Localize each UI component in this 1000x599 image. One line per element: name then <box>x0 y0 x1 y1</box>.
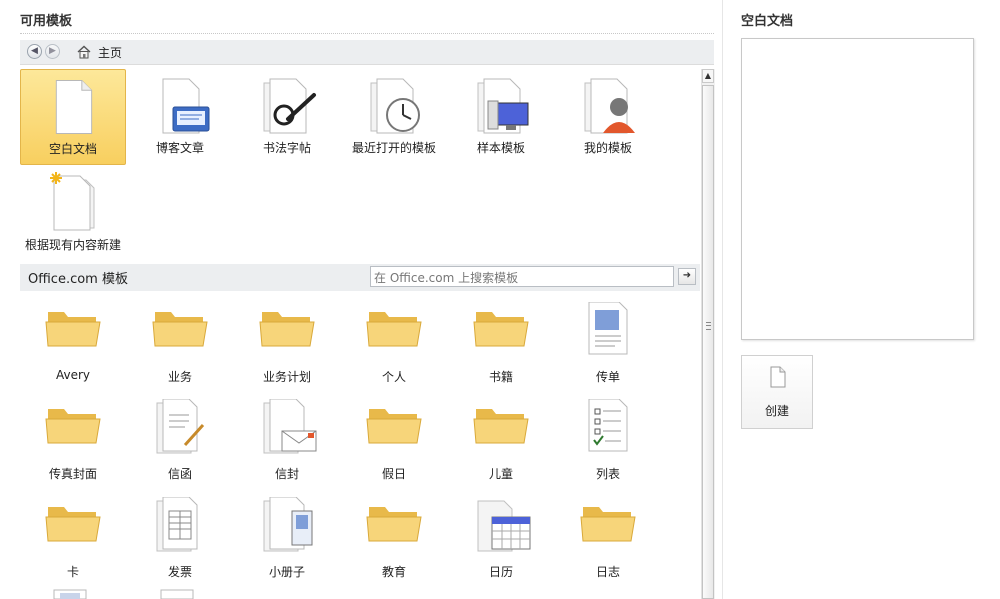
navigation-bar: ◀ ▶ 主页 <box>20 40 714 65</box>
invoice-icon <box>156 497 198 552</box>
folder-icon <box>366 312 422 347</box>
create-label: 创建 <box>764 404 789 418</box>
scroll-thumb[interactable] <box>702 85 714 599</box>
category-label: 日历 <box>488 565 513 579</box>
template-label: 最近打开的模板 <box>351 141 436 155</box>
template-label: 样本模板 <box>476 141 525 155</box>
folder-icon <box>366 507 422 542</box>
office-templates-title: Office.com 模板 <box>28 272 128 287</box>
forward-button[interactable]: ▶ <box>45 44 60 59</box>
category-label: 信函 <box>167 467 192 481</box>
category-tile[interactable]: 日志 <box>555 497 661 591</box>
category-tile[interactable]: 传真封面 <box>20 399 126 493</box>
scroll-up-arrow-icon[interactable]: ▲ <box>702 69 714 83</box>
category-label: 发票 <box>167 565 192 579</box>
template-recent[interactable]: 最近打开的模板 <box>341 69 447 165</box>
category-label: 个人 <box>381 370 406 384</box>
category-label: 书籍 <box>488 370 513 384</box>
title-divider <box>20 33 714 34</box>
folder-icon <box>580 507 636 542</box>
category-label: 列表 <box>595 467 620 481</box>
envelope-icon <box>263 399 317 454</box>
category-tile[interactable]: 卡 <box>20 497 126 591</box>
home-icon[interactable] <box>76 44 92 60</box>
category-label: 假日 <box>381 467 406 481</box>
search-go-arrow-icon[interactable]: ➜ <box>678 268 696 285</box>
blog-post-icon <box>162 78 210 134</box>
partial-template-icon <box>160 589 194 599</box>
category-tile[interactable]: 教育 <box>341 497 447 591</box>
category-label: 日志 <box>595 565 620 579</box>
category-tile[interactable]: 业务 <box>127 302 233 396</box>
category-tile[interactable]: 列表 <box>555 399 661 493</box>
category-label: 小册子 <box>268 565 305 579</box>
category-tile[interactable]: 儿童 <box>448 399 554 493</box>
category-label: 儿童 <box>488 467 513 481</box>
template-label: 博客文章 <box>155 141 204 155</box>
available-templates-title: 可用模板 <box>20 14 73 29</box>
folder-icon <box>45 507 101 542</box>
category-label: 传单 <box>595 370 620 384</box>
blank-document-icon <box>55 79 93 134</box>
template-label: 根据现有内容新建 <box>24 238 121 252</box>
category-tile[interactable]: 小册子 <box>234 497 340 591</box>
blank-document-icon <box>770 366 786 388</box>
template-blank-document[interactable]: 空白文档 <box>20 69 126 165</box>
template-samples[interactable]: 样本模板 <box>448 69 554 165</box>
category-label: 传真封面 <box>48 467 97 481</box>
category-tile[interactable]: 信封 <box>234 399 340 493</box>
recent-templates-icon <box>370 78 420 134</box>
template-new-from-existing[interactable]: 根据现有内容新建 <box>20 166 126 262</box>
category-label: 业务 <box>167 370 192 384</box>
folder-icon <box>152 312 208 347</box>
folder-icon <box>366 409 422 444</box>
letter-icon <box>156 399 205 454</box>
sample-templates-icon <box>477 78 529 134</box>
partial-template-icon <box>53 589 87 599</box>
template-scrollbar[interactable]: ▲ <box>701 69 715 599</box>
create-button[interactable]: 创建 <box>741 355 813 429</box>
folder-icon <box>473 312 529 347</box>
template-my-templates[interactable]: 我的模板 <box>555 69 661 165</box>
category-tile[interactable]: 日历 <box>448 497 554 591</box>
calendar-icon <box>477 500 531 552</box>
my-templates-icon <box>584 78 635 134</box>
folder-icon <box>473 409 529 444</box>
office-templates-header: Office.com 模板 在 Office.com 上搜索模板 ➜ <box>20 264 700 291</box>
category-tile[interactable]: 发票 <box>127 497 233 591</box>
calligraphy-icon <box>263 78 316 134</box>
folder-icon <box>45 312 101 347</box>
flyer-icon <box>588 302 628 355</box>
category-tile[interactable]: 信函 <box>127 399 233 493</box>
category-tile[interactable]: Avery <box>20 302 126 396</box>
category-label: Avery <box>55 368 91 382</box>
category-tile[interactable]: 假日 <box>341 399 447 493</box>
folder-icon <box>259 312 315 347</box>
preview-title: 空白文档 <box>741 14 794 29</box>
category-tile[interactable]: 书籍 <box>448 302 554 396</box>
breadcrumb-home[interactable]: 主页 <box>98 44 122 61</box>
new-from-existing-icon <box>50 172 95 231</box>
pane-divider <box>722 0 723 599</box>
template-calligraphy[interactable]: 书法字帖 <box>234 69 340 165</box>
category-tile[interactable]: 传单 <box>555 302 661 396</box>
folder-icon <box>45 409 101 444</box>
checklist-icon <box>588 399 628 452</box>
template-label: 我的模板 <box>583 141 632 155</box>
category-label: 教育 <box>381 565 406 579</box>
template-label: 书法字帖 <box>262 141 311 155</box>
template-blog-post[interactable]: 博客文章 <box>127 69 233 165</box>
category-tile[interactable]: 业务计划 <box>234 302 340 396</box>
template-label: 空白文档 <box>48 142 97 156</box>
category-label: 信封 <box>274 467 299 481</box>
brochure-icon <box>263 497 313 552</box>
category-label: 业务计划 <box>262 370 311 384</box>
document-preview <box>741 38 974 340</box>
office-search-input[interactable]: 在 Office.com 上搜索模板 <box>370 266 674 287</box>
category-tile[interactable]: 个人 <box>341 302 447 396</box>
available-templates-pane: 可用模板 ◀ ▶ 主页 空白文档 博客文章 书法字帖 最近打开的模板 样本模板 … <box>0 0 722 599</box>
category-label: 卡 <box>66 565 79 579</box>
back-button[interactable]: ◀ <box>27 44 42 59</box>
